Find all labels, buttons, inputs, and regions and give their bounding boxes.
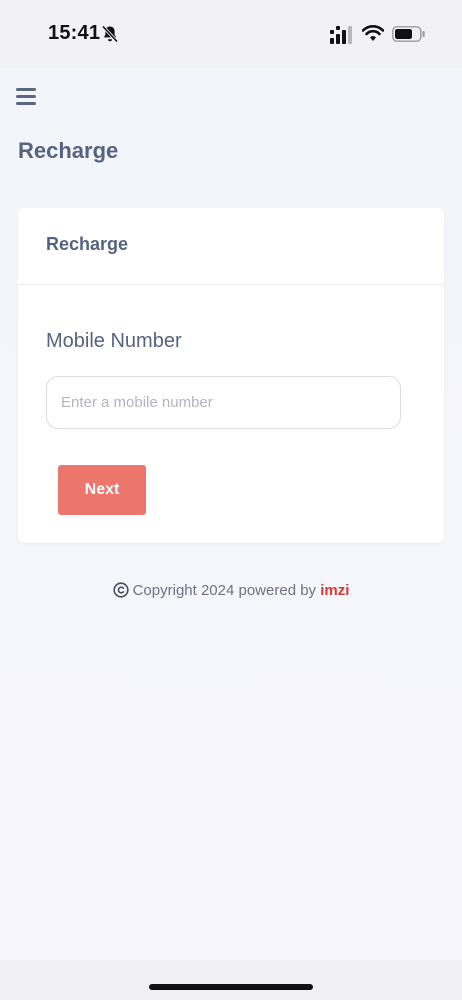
page-title: Recharge (18, 138, 119, 163)
next-button[interactable]: Next (58, 465, 146, 515)
mobile-number-label: Mobile Number (46, 330, 182, 352)
card-title: Recharge (46, 234, 129, 254)
home-indicator-area (0, 960, 462, 1000)
copyright-text: Copyright 2024 powered by (132, 582, 317, 599)
home-indicator[interactable] (149, 984, 313, 990)
status-time: 15:41 (48, 22, 101, 44)
recharge-card: Recharge Mobile Number Next (18, 208, 444, 543)
wifi-icon (362, 25, 384, 41)
footer: Copyright 2024 powered by imzi (0, 582, 462, 599)
battery-icon (392, 26, 425, 42)
status-bar: 15:41 (0, 0, 462, 68)
hamburger-menu-icon[interactable] (16, 88, 36, 106)
app-content: Recharge Recharge Mobile Number Next Cop… (0, 68, 462, 960)
brand-link[interactable]: imzi (320, 582, 349, 599)
card-header: Recharge (18, 208, 444, 285)
bell-slash-icon (101, 25, 119, 43)
copyright-icon (112, 582, 129, 598)
mobile-number-input[interactable] (46, 376, 401, 429)
signal-icon (330, 26, 352, 44)
